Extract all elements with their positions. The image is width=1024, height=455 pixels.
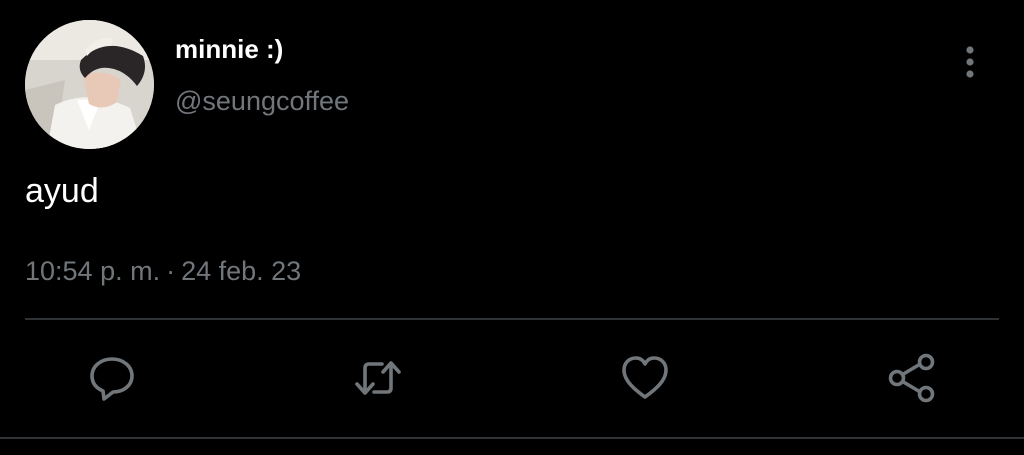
share-button[interactable] xyxy=(886,352,938,404)
display-name[interactable]: minnie :) xyxy=(175,34,283,65)
timestamp-separator: · xyxy=(166,256,176,286)
reply-button[interactable] xyxy=(86,352,138,404)
user-handle[interactable]: @seungcoffee xyxy=(175,86,349,117)
retweet-button[interactable] xyxy=(352,352,404,404)
tweet-time: 10:54 p. m. xyxy=(25,256,161,286)
divider xyxy=(0,437,1024,439)
avatar-photo xyxy=(25,20,154,149)
tweet-date: 24 feb. 23 xyxy=(181,256,302,286)
divider xyxy=(25,318,999,320)
share-icon xyxy=(888,353,935,403)
like-button[interactable] xyxy=(619,352,671,404)
tweet-text: ayud xyxy=(25,172,99,210)
more-options-icon[interactable] xyxy=(956,44,984,80)
retweet-icon xyxy=(355,361,401,395)
reply-icon xyxy=(90,357,134,401)
tweet-detail: minnie :) @seungcoffee ayud 10:54 p. m. ·… xyxy=(0,0,1024,455)
heart-icon xyxy=(622,356,668,399)
tweet-timestamp[interactable]: 10:54 p. m. · 24 feb. 23 xyxy=(25,256,301,287)
avatar[interactable] xyxy=(25,20,154,149)
